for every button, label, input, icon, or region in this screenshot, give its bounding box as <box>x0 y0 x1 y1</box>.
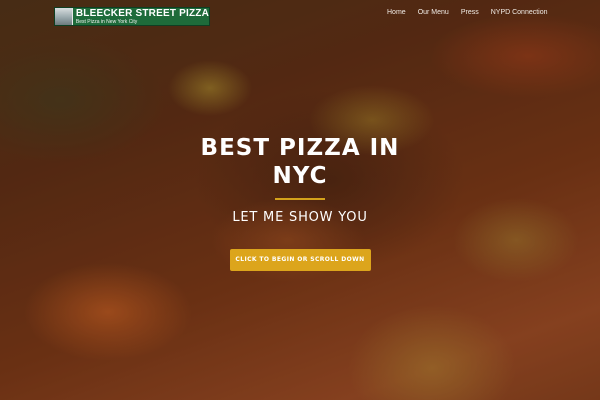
nav-our-menu[interactable]: Our Menu <box>418 9 449 16</box>
nav-press[interactable]: Press <box>461 9 479 16</box>
logo-title: BLEECKER STREET PIZZA <box>75 7 209 19</box>
begin-button[interactable]: CLICK TO BEGIN OR SCROLL DOWN <box>229 249 371 271</box>
hero-subheadline: LET ME SHOW YOU <box>232 210 368 225</box>
logo-tagline: Best Pizza in New York City <box>75 18 138 25</box>
logo-text: BLEECKER STREET PIZZA Best Pizza in New … <box>73 8 209 25</box>
hero-content: BEST PIZZA IN NYC LET ME SHOW YOU CLICK … <box>0 134 600 271</box>
headline-divider <box>275 198 325 200</box>
hero-section: BLEECKER STREET PIZZA Best Pizza in New … <box>0 0 600 400</box>
nav-home[interactable]: Home <box>387 9 406 16</box>
site-logo[interactable]: BLEECKER STREET PIZZA Best Pizza in New … <box>54 7 210 26</box>
hero-headline: BEST PIZZA IN NYC <box>200 135 400 189</box>
storefront-photo-icon <box>55 8 73 25</box>
nav-nypd-connection[interactable]: NYPD Connection <box>491 9 548 16</box>
navbar: BLEECKER STREET PIZZA Best Pizza in New … <box>0 0 600 28</box>
main-nav: Home Our Menu Press NYPD Connection <box>387 9 548 16</box>
